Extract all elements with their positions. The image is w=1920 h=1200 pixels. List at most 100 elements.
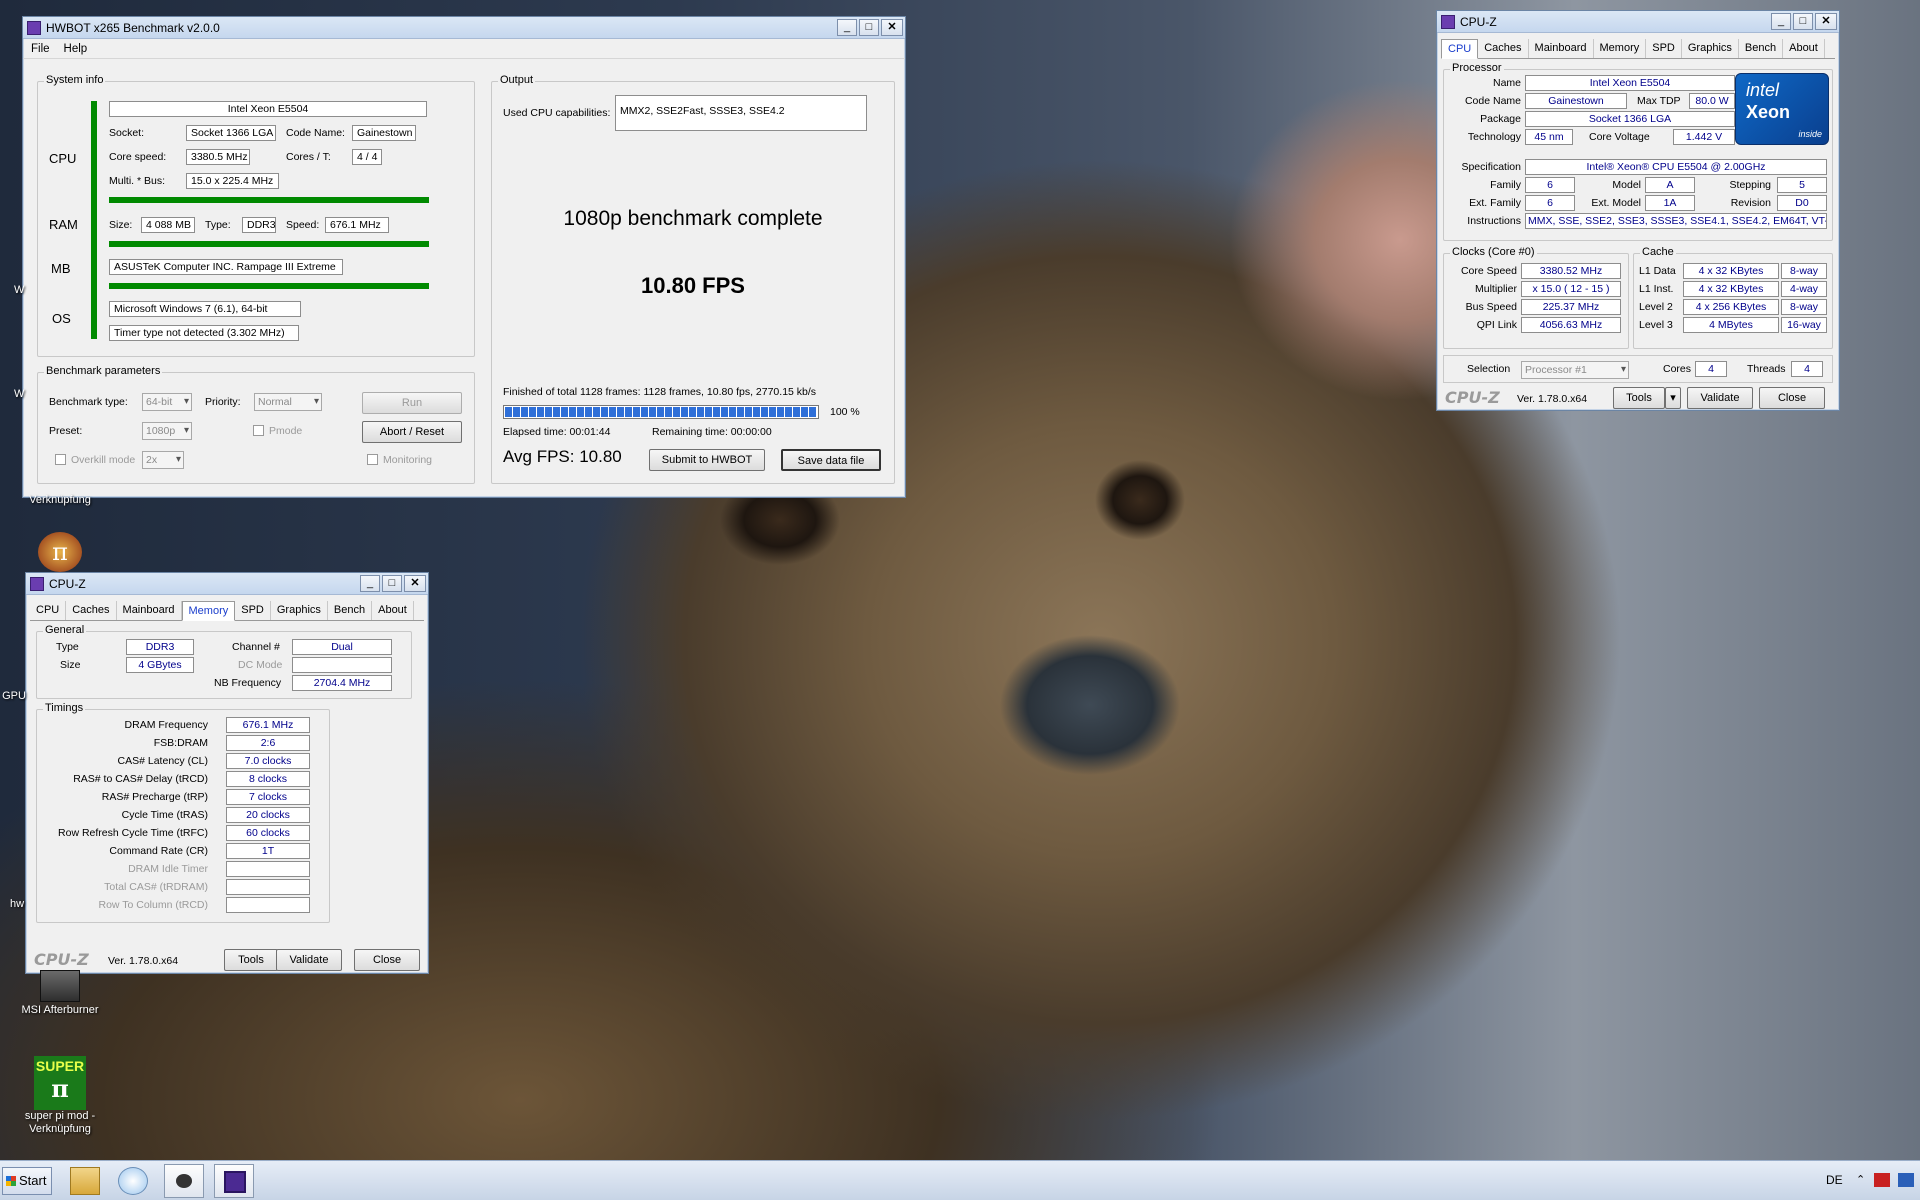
desktop-icon-label[interactable]: super pi mod - Verknüpfung [10, 1110, 110, 1136]
close-button[interactable]: ✕ [1815, 13, 1837, 30]
tab-bench[interactable]: Bench [328, 601, 373, 620]
menu-help[interactable]: Help [64, 43, 88, 55]
minimize-button[interactable]: _ [837, 19, 857, 36]
family-label: Family [1490, 179, 1521, 191]
codename-field: Gainestown [352, 125, 416, 141]
l1d-value: 4 x 32 KBytes [1683, 263, 1779, 279]
close-button[interactable]: ✕ [881, 19, 903, 36]
timing-label: RAS# Precharge (tRP) [101, 791, 208, 803]
bench-type-select[interactable]: 64-bit [142, 393, 192, 411]
tab-mainboard[interactable]: Mainboard [1529, 39, 1594, 58]
cpuz-taskbar-button[interactable] [214, 1164, 254, 1198]
hwbot-app-icon [27, 20, 41, 35]
cores-label: Cores [1663, 363, 1692, 375]
tab-cpu[interactable]: CPU [1441, 39, 1479, 59]
ram-size-field: 4 088 MB [141, 217, 195, 233]
window-title: HWBOT x265 Benchmark v2.0.0 [46, 20, 220, 35]
save-data-file-button[interactable]: Save data file [781, 449, 881, 471]
timing-label: RAS# to CAS# Delay (tRCD) [73, 773, 208, 785]
timing-label: CAS# Latency (CL) [117, 755, 208, 767]
cores-label: Cores / T: [286, 151, 331, 163]
voltage-label: Core Voltage [1589, 131, 1650, 143]
tab-graphics[interactable]: Graphics [271, 601, 328, 620]
timings-title: Timings [43, 702, 86, 714]
technology-value: 45 nm [1525, 129, 1573, 145]
paint-taskbar-icon[interactable] [118, 1167, 148, 1195]
superpi-app-icon[interactable]: SUPER π [34, 1056, 86, 1110]
hwbot-titlebar[interactable]: HWBOT x265 Benchmark v2.0.0 _ □ ✕ [23, 17, 905, 39]
timing-value: 2:6 [226, 735, 310, 751]
busspeed-value: 225.37 MHz [1521, 299, 1621, 315]
tab-about[interactable]: About [372, 601, 414, 620]
l3-way: 16-way [1781, 317, 1827, 333]
ram-section-label: RAM [49, 217, 78, 232]
validate-button[interactable]: Validate [1687, 387, 1753, 409]
maximize-button[interactable]: □ [859, 19, 879, 36]
cpu-name-label: Name [1492, 77, 1521, 89]
tab-bench[interactable]: Bench [1739, 39, 1784, 58]
extmodel-value: 1A [1645, 195, 1695, 211]
model-label: Model [1612, 179, 1641, 191]
afterburner-app-icon[interactable] [40, 970, 80, 1002]
monitor-tray-icon[interactable] [1898, 1173, 1914, 1187]
tab-mainboard[interactable]: Mainboard [117, 601, 182, 620]
start-button[interactable]: Start [2, 1167, 52, 1195]
close-button[interactable]: ✕ [404, 575, 426, 592]
taskbar: Start DE ⌃ [0, 1160, 1920, 1200]
priority-select[interactable]: Normal [254, 393, 322, 411]
pmode-checkbox[interactable] [253, 425, 264, 436]
explorer-taskbar-icon[interactable] [70, 1167, 100, 1195]
maximize-button[interactable]: □ [1793, 13, 1813, 30]
status-text: 1080p benchmark complete [563, 207, 823, 230]
ram-speed-field: 676.1 MHz [325, 217, 389, 233]
tools-button[interactable]: Tools [224, 949, 278, 971]
tab-spd[interactable]: SPD [1646, 39, 1682, 58]
abort-reset-button[interactable]: Abort / Reset [362, 421, 462, 443]
os-section-label: OS [52, 311, 71, 326]
dcmode-value [292, 657, 392, 673]
tab-graphics[interactable]: Graphics [1682, 39, 1739, 58]
threads-value: 4 [1791, 361, 1823, 377]
close-window-button[interactable]: Close [1759, 387, 1825, 409]
cpuz-mem-titlebar[interactable]: CPU-Z _ □ ✕ [26, 573, 428, 595]
hwbot-taskbar-button[interactable] [164, 1164, 204, 1198]
monitoring-checkbox[interactable] [367, 454, 378, 465]
cpuz-cpu-titlebar[interactable]: CPU-Z _ □ ✕ [1437, 11, 1839, 33]
pi-app-icon[interactable]: π [38, 532, 82, 572]
multi-field: 15.0 x 225.4 MHz [186, 173, 279, 189]
tab-memory[interactable]: Memory [181, 601, 236, 621]
tab-memory[interactable]: Memory [1594, 39, 1647, 58]
tools-dropdown-button[interactable]: ▾ [1665, 387, 1681, 409]
submit-hwbot-button[interactable]: Submit to HWBOT [649, 449, 765, 471]
close-window-button[interactable]: Close [354, 949, 420, 971]
validate-button[interactable]: Validate [276, 949, 342, 971]
technology-label: Technology [1467, 131, 1521, 143]
overkill-checkbox[interactable] [55, 454, 66, 465]
minimize-button[interactable]: _ [360, 575, 380, 592]
overkill-select[interactable]: 2x [142, 451, 184, 469]
tab-caches[interactable]: Caches [66, 601, 117, 620]
desktop-icon-label[interactable]: MSI Afterburner [10, 1004, 110, 1016]
overkill-label: Overkill mode [71, 454, 136, 466]
tools-button[interactable]: Tools [1613, 387, 1665, 409]
desktop-icon-label[interactable]: Verknüpfung [20, 494, 100, 506]
tray-expand-icon[interactable]: ⌃ [1856, 1173, 1865, 1186]
timing-label: Command Rate (CR) [109, 845, 208, 857]
minimize-button[interactable]: _ [1771, 13, 1791, 30]
tab-about[interactable]: About [1783, 39, 1825, 58]
network-tray-icon[interactable] [1874, 1173, 1890, 1187]
l3-value: 4 MBytes [1683, 317, 1779, 333]
nbfreq-value: 2704.4 MHz [292, 675, 392, 691]
menu-file[interactable]: File [31, 43, 50, 55]
run-button[interactable]: Run [362, 392, 462, 414]
maximize-button[interactable]: □ [382, 575, 402, 592]
processor-select[interactable]: Processor #1 [1521, 361, 1629, 379]
remaining-time: Remaining time: 00:00:00 [652, 426, 772, 438]
timing-value: 1T [226, 843, 310, 859]
timing-label: Row Refresh Cycle Time (tRFC) [58, 827, 208, 839]
language-indicator[interactable]: DE [1826, 1173, 1843, 1187]
preset-select[interactable]: 1080p [142, 422, 192, 440]
tab-spd[interactable]: SPD [235, 601, 271, 620]
tab-cpu[interactable]: CPU [30, 601, 67, 620]
tab-caches[interactable]: Caches [1478, 39, 1529, 58]
